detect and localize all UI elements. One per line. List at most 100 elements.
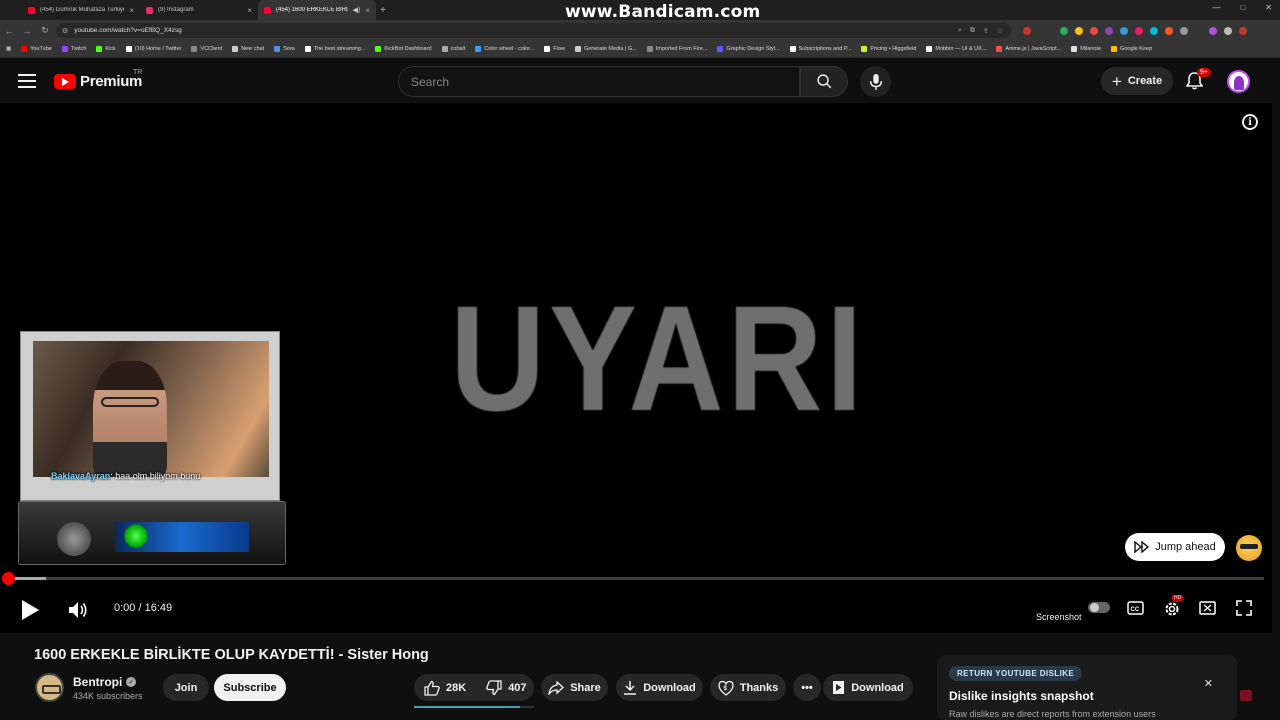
bookmark-item[interactable]: (10) Home / Twitter	[125, 46, 182, 52]
channel-avatar[interactable]	[35, 673, 64, 702]
browser-tab[interactable]: (9) Instagram ×	[140, 0, 258, 20]
autoplay-toggle[interactable]	[1088, 602, 1110, 613]
info-icon[interactable]: i	[1242, 114, 1258, 130]
bookmark-label: cobalt	[450, 46, 466, 52]
bookmark-item[interactable]: Milanote	[1071, 46, 1101, 52]
share-icon	[548, 680, 565, 695]
more-actions-button[interactable]: •••	[793, 674, 821, 701]
bookmark-label: (10) Home / Twitter	[134, 46, 182, 52]
bookmark-item[interactable]: Kick	[96, 46, 116, 52]
browser-tab[interactable]: (454) Gümrük Muhafaza Türkiye ×	[22, 0, 140, 20]
bookmark-item[interactable]: Generate Media | G...	[574, 46, 637, 52]
youtube-favicon-icon	[28, 6, 35, 14]
share-button[interactable]: Share	[541, 674, 608, 701]
ryd-extension-icon[interactable]	[1240, 690, 1252, 701]
search-page-icon[interactable]: ⌕	[958, 27, 962, 35]
bookmark-item[interactable]: New chat	[232, 46, 264, 52]
join-button[interactable]: Join	[163, 674, 209, 701]
jump-ahead-button[interactable]: Jump ahead	[1125, 533, 1225, 561]
sunglasses-emoji-icon	[1236, 535, 1262, 561]
play-button[interactable]	[20, 599, 40, 621]
url-text: youtube.com/watch?v=oEfBQ_X4zsg	[74, 27, 182, 34]
new-tab-icon[interactable]: +	[380, 5, 386, 16]
extension-icon[interactable]	[1135, 26, 1143, 35]
settings-button[interactable]: HD	[1163, 595, 1184, 618]
bookmark-item[interactable]: Color wheel - color...	[475, 46, 534, 52]
menu-icon[interactable]	[18, 74, 36, 92]
download-extension-button[interactable]: Download	[823, 674, 913, 701]
bookmark-item[interactable]: Subscriptions and P...	[789, 46, 851, 52]
video-player[interactable]: UYARI i BaklavaAyran: haa olm biliyom bu…	[0, 103, 1272, 633]
fullscreen-button[interactable]	[1236, 600, 1252, 616]
thanks-button[interactable]: $ Thanks	[710, 674, 786, 701]
extension-icon[interactable]	[1120, 26, 1128, 35]
search-input[interactable]: Search	[398, 66, 800, 97]
bookmark-item[interactable]: Google Keep	[1111, 46, 1152, 52]
install-app-icon[interactable]: ⧉	[970, 27, 975, 35]
like-button[interactable]: 28K	[414, 674, 476, 701]
bookmark-label: Flow	[553, 46, 565, 52]
dislike-button[interactable]: 407	[476, 674, 536, 701]
close-icon[interactable]: ✕	[1204, 677, 1213, 690]
minimize-icon[interactable]: —	[1212, 3, 1220, 12]
bookmark-item[interactable]: The best streaming...	[304, 46, 365, 52]
browser-menu-icon[interactable]	[1224, 26, 1232, 35]
download-button[interactable]: Download	[616, 674, 703, 701]
scrubber-handle[interactable]	[2, 572, 15, 585]
create-button[interactable]: + Create	[1101, 67, 1173, 95]
bookmark-item[interactable]: Twitch	[61, 46, 86, 52]
youtube-logo[interactable]: Premium TR	[54, 69, 142, 90]
bookmark-item[interactable]: Graphic Design Styl...	[717, 46, 780, 52]
maximize-icon[interactable]: □	[1240, 3, 1245, 12]
site-info-icon[interactable]: ⚙	[62, 27, 68, 35]
bookmark-item[interactable]: Imported From Fire...	[646, 46, 707, 52]
volume-button[interactable]	[68, 601, 88, 619]
bookmark-item[interactable]: cobalt	[441, 46, 466, 52]
voice-search-button[interactable]	[860, 66, 891, 97]
bookmark-star-icon[interactable]: ☆	[997, 27, 1003, 35]
chat-message: BaklavaAyran: haa olm biliyom bunu	[51, 471, 200, 481]
extensions-menu-icon[interactable]	[1180, 26, 1188, 35]
profile-icon[interactable]	[1209, 26, 1217, 35]
bookmark-item[interactable]: Mobbin — UI & UX...	[926, 46, 986, 52]
ryd-title: Dislike insights snapshot	[949, 689, 1094, 703]
bookmark-item[interactable]: YouTube	[21, 46, 52, 52]
channel-name[interactable]: Bentropi ✓	[73, 675, 137, 689]
close-tab-icon[interactable]: ×	[365, 6, 370, 15]
account-avatar[interactable]	[1227, 70, 1250, 93]
bookmark-item[interactable]: Anime.js | JavaScript...	[996, 46, 1061, 52]
extension-icon[interactable]	[1150, 26, 1158, 35]
bookmark-item[interactable]: Pricing • Higgsfield	[861, 46, 916, 52]
miniplayer-button[interactable]	[1199, 601, 1216, 615]
extension-icon[interactable]	[1060, 26, 1068, 35]
forward-icon[interactable]: →	[18, 26, 36, 36]
subscribe-button[interactable]: Subscribe	[214, 674, 286, 701]
back-icon[interactable]: ←	[0, 26, 18, 36]
extension-icon[interactable]	[1023, 26, 1031, 35]
extension-icon[interactable]	[1090, 26, 1098, 35]
bookmark-favicon-icon	[574, 46, 581, 52]
search-button[interactable]	[800, 66, 848, 97]
close-tab-icon[interactable]: ×	[247, 6, 252, 15]
progress-bar[interactable]	[2, 572, 1264, 585]
bookmark-item[interactable]: VCClient	[191, 46, 222, 52]
speaker-icon[interactable]: ◀)	[353, 6, 361, 14]
extension-icon[interactable]	[1165, 26, 1173, 35]
browser-tab-active[interactable]: (454) 1600 ERKEKLE BİRLİ ◀) ×	[258, 0, 376, 20]
extension-icon[interactable]	[1075, 26, 1083, 35]
extension-icon[interactable]	[1105, 26, 1113, 35]
bookmark-item[interactable]: Sora	[274, 46, 295, 52]
reload-icon[interactable]: ↻	[36, 25, 54, 36]
notifications-button[interactable]: 9+	[1185, 68, 1211, 95]
bookmark-item[interactable]: KickBot Dashboard	[375, 46, 432, 52]
url-field[interactable]: ⚙ youtube.com/watch?v=oEfBQ_X4zsg ⌕ ⧉ ⇪ …	[56, 23, 1011, 38]
hd-badge: HD	[1172, 595, 1184, 601]
extension-icon[interactable]	[1239, 26, 1247, 35]
subtitles-button[interactable]: CC	[1127, 601, 1144, 615]
bookmark-item[interactable]: Flow	[544, 46, 565, 52]
close-tab-icon[interactable]: ×	[129, 6, 134, 15]
close-window-icon[interactable]: ✕	[1265, 3, 1272, 12]
share-icon[interactable]: ⇪	[983, 27, 989, 35]
bookmark-favicon-icon	[926, 46, 933, 52]
apps-icon[interactable]: ▦	[6, 46, 11, 52]
